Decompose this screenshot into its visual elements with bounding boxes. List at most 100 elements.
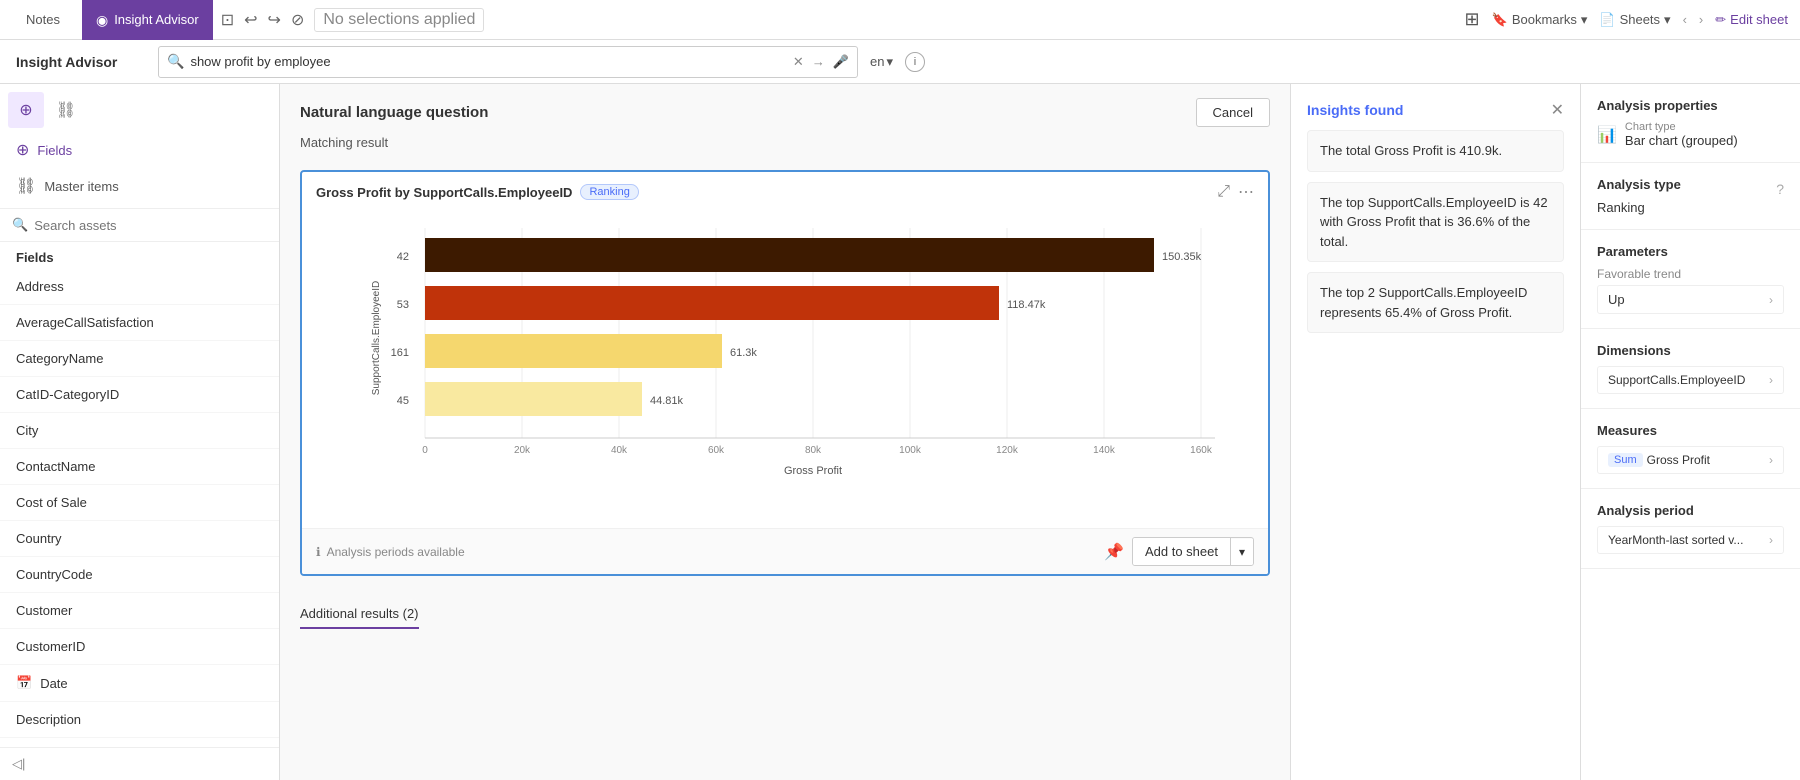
info-button[interactable]: i (905, 52, 925, 72)
add-to-sheet-label[interactable]: Add to sheet (1133, 538, 1231, 565)
more-options-icon[interactable]: ⋯ (1238, 182, 1254, 202)
sidebar-collapse-btn[interactable]: ◁| (0, 747, 279, 780)
sidebar-nav-master-items[interactable]: ⛓ Master items (0, 168, 279, 204)
tab-insight-advisor[interactable]: ◉ Insight Advisor (82, 0, 213, 40)
analysis-properties-section: Analysis properties 📊 Chart type Bar cha… (1581, 84, 1800, 163)
sidebar-field-item[interactable]: Cost of Sale (0, 485, 279, 521)
sidebar-tabs: ⊕ ⛓ (0, 84, 279, 128)
arrow-icon[interactable]: → (812, 54, 825, 69)
favorable-trend-label: Favorable trend (1597, 267, 1784, 281)
field-label: CustomerID (16, 639, 85, 654)
sidebar-field-item[interactable]: CatID-CategoryID (0, 377, 279, 413)
svg-text:Gross Profit: Gross Profit (784, 465, 842, 477)
sidebar-field-item[interactable]: CountryCode (0, 557, 279, 593)
sidebar-field-item[interactable]: Description (0, 702, 279, 738)
svg-text:40k: 40k (611, 445, 628, 456)
analysis-periods-label: Analysis periods available (327, 545, 465, 559)
svg-text:42: 42 (397, 251, 409, 263)
svg-text:118.47k: 118.47k (1007, 299, 1046, 311)
measure-value: Gross Profit (1647, 453, 1765, 467)
bookmarks-btn[interactable]: 🔖 Bookmarks ▾ (1492, 12, 1588, 28)
main-content: Natural language question Cancel Matchin… (280, 84, 1290, 780)
sidebar-field-item[interactable]: 📅Date (0, 665, 279, 702)
add-to-sheet-dropdown[interactable]: ▾ (1231, 539, 1253, 565)
analysis-period-section: Analysis period YearMonth-last sorted v.… (1581, 489, 1800, 569)
sidebar-field-item[interactable]: Country (0, 521, 279, 557)
top-bar-right: ⊞ 🔖 Bookmarks ▾ 📄 Sheets ▾ ‹ › ✏ Edit sh… (1465, 9, 1788, 30)
main-content-title: Natural language question (300, 104, 488, 121)
insights-header: Insights found ✕ (1307, 100, 1564, 120)
add-to-sheet-button[interactable]: Add to sheet ▾ (1132, 537, 1254, 566)
chart-header-icons: ⤢ ⋯ (1217, 182, 1254, 202)
expand-icon[interactable]: ⤢ (1217, 183, 1230, 201)
field-label: CountryCode (16, 567, 93, 582)
master-nav-icon: ⛓ (16, 176, 36, 196)
sidebar-field-item[interactable]: City (0, 413, 279, 449)
bookmark-icon: 🔖 (1492, 12, 1508, 28)
sidebar-field-item[interactable]: AverageCallSatisfaction (0, 305, 279, 341)
search-input[interactable] (190, 54, 786, 69)
undo-icon[interactable]: ↩ (244, 10, 257, 30)
matching-result-label: Matching result (300, 135, 1270, 150)
mic-icon[interactable]: 🎤 (833, 54, 849, 70)
measure-tag: Sum (1608, 453, 1643, 467)
additional-results-tab[interactable]: Additional results (2) (300, 600, 419, 629)
sidebar-field-item[interactable]: CustomerID (0, 629, 279, 665)
chart-title: Gross Profit by SupportCalls.EmployeeID … (316, 184, 639, 200)
favorable-trend-selector[interactable]: Up › (1597, 285, 1784, 314)
sidebar-tab-fields[interactable]: ⊕ (8, 92, 44, 128)
dimension-item[interactable]: SupportCalls.EmployeeID › (1597, 366, 1784, 394)
search-bar[interactable]: 🔍 ✕ → 🎤 (158, 46, 858, 78)
cancel-button[interactable]: Cancel (1196, 98, 1270, 127)
chart-type-row: 📊 Chart type Bar chart (grouped) (1597, 121, 1784, 148)
language-selector[interactable]: en ▾ (870, 54, 893, 70)
grid-icon[interactable]: ⊞ (1465, 9, 1480, 30)
sidebar-search-input[interactable] (34, 218, 267, 233)
field-label: Cost of Sale (16, 495, 87, 510)
sidebar-field-item[interactable]: Discount (0, 738, 279, 747)
insight-card: The top 2 SupportCalls.EmployeeID repres… (1307, 272, 1564, 333)
field-date-icon: 📅 (16, 675, 32, 691)
main-header: Natural language question Cancel (280, 84, 1290, 135)
fields-section-label: Fields (0, 242, 279, 269)
bookmarks-chevron: ▾ (1581, 12, 1588, 28)
search-icon: 🔍 (167, 53, 184, 70)
help-icon[interactable]: ? (1776, 181, 1784, 197)
info-circle-icon: ℹ (316, 545, 321, 559)
sidebar-field-item[interactable]: Address (0, 269, 279, 305)
sidebar-field-item[interactable]: CategoryName (0, 341, 279, 377)
svg-text:160k: 160k (1190, 445, 1213, 456)
edit-sheet-btn[interactable]: ✏ Edit sheet (1715, 12, 1788, 28)
nav-forward-icon[interactable]: › (1699, 12, 1703, 27)
analysis-period-value: YearMonth-last sorted v... (1608, 533, 1743, 547)
sheets-chevron: ▾ (1664, 12, 1671, 28)
analysis-period-label: Analysis period (1597, 503, 1784, 518)
nav-back-icon[interactable]: ‹ (1683, 12, 1687, 27)
redo-icon[interactable]: ↪ (268, 10, 281, 30)
analysis-period-selector[interactable]: YearMonth-last sorted v... › (1597, 526, 1784, 554)
analysis-type-header: Analysis type ? (1597, 177, 1784, 200)
sidebar-tab-master[interactable]: ⛓ (48, 92, 84, 128)
sidebar-field-item[interactable]: ContactName (0, 449, 279, 485)
no-selections-badge: No selections applied (314, 8, 484, 32)
sidebar-field-item[interactable]: Customer (0, 593, 279, 629)
tab-notes[interactable]: Notes (12, 0, 74, 40)
measure-item[interactable]: Sum Gross Profit › (1597, 446, 1784, 474)
camera-icon[interactable]: ⊡ (221, 10, 234, 30)
field-label: ContactName (16, 459, 95, 474)
top-bar-tools: ⊡ ↩ ↪ ⊘ No selections applied (221, 8, 485, 32)
sidebar-search[interactable]: 🔍 (0, 209, 279, 242)
insights-close-btn[interactable]: ✕ (1551, 100, 1564, 120)
field-label: CatID-CategoryID (16, 387, 119, 402)
sidebar-nav-fields[interactable]: ⊕ Fields (0, 132, 279, 168)
period-chevron: › (1769, 533, 1773, 547)
lang-label: en (870, 54, 884, 69)
dimensions-section: Dimensions SupportCalls.EmployeeID › (1581, 329, 1800, 409)
sheets-btn[interactable]: 📄 Sheets ▾ (1599, 12, 1670, 28)
dimension-value: SupportCalls.EmployeeID (1608, 373, 1745, 387)
pin-icon[interactable]: 📌 (1104, 542, 1124, 562)
clear-icon[interactable]: ✕ (793, 54, 804, 70)
chart-type-label: Chart type (1625, 121, 1738, 133)
lock-icon[interactable]: ⊘ (291, 10, 304, 30)
left-sidebar: ⊕ ⛓ ⊕ Fields ⛓ Master items 🔍 Fields Add… (0, 84, 280, 780)
